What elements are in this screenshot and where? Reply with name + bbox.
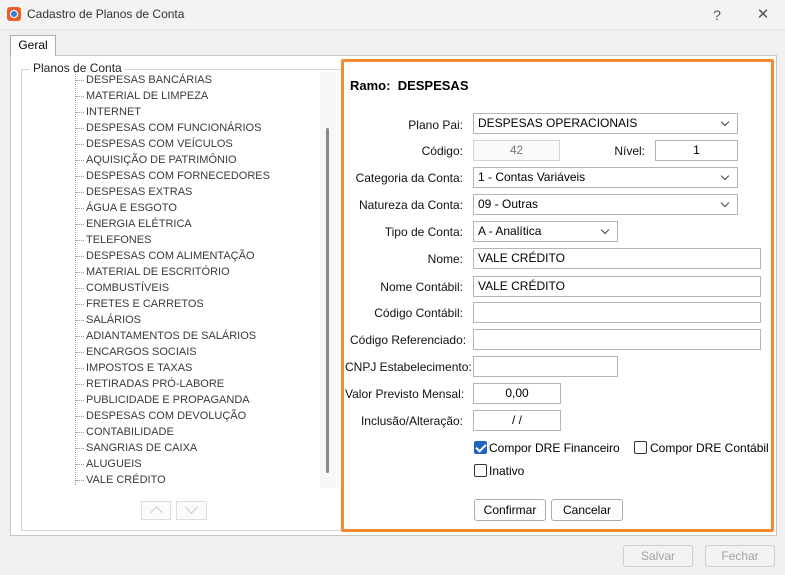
- ramo-heading: Ramo: DESPESAS: [350, 78, 469, 93]
- chevron-down-icon: [720, 117, 730, 127]
- move-up-button[interactable]: [141, 501, 171, 520]
- tipo-label: Tipo de Conta:: [384, 225, 463, 239]
- chevron-down-icon: [185, 501, 198, 514]
- nome-label: Nome:: [427, 252, 463, 266]
- help-button[interactable]: ?: [704, 5, 730, 25]
- categoria-label: Categoria da Conta:: [355, 171, 463, 185]
- tree-item[interactable]: INTERNET: [26, 104, 316, 120]
- tree-scrollbar-thumb[interactable]: [326, 128, 329, 473]
- window-title: Cadastro de Planos de Conta: [27, 7, 185, 21]
- nome-contabil-field[interactable]: VALE CRÉDITO: [473, 276, 761, 297]
- dre-financeiro-label[interactable]: Compor DRE Financeiro: [489, 441, 620, 455]
- tree-item[interactable]: CONTABILIDADE: [26, 424, 316, 440]
- tree-connector-line: [75, 72, 76, 485]
- plano-pai-value: DESPESAS OPERACIONAIS: [478, 116, 638, 130]
- tipo-value: A - Analítica: [478, 224, 542, 238]
- close-button[interactable]: ✕: [750, 5, 776, 25]
- tree-item[interactable]: DESPESAS EXTRAS: [26, 184, 316, 200]
- tree-item[interactable]: DESPESAS COM FUNCIONÁRIOS: [26, 120, 316, 136]
- inclusao-field[interactable]: / /: [473, 410, 561, 431]
- tree-item[interactable]: PUBLICIDADE E PROPAGANDA: [26, 392, 316, 408]
- move-down-button[interactable]: [176, 501, 207, 520]
- tree-item[interactable]: DESPESAS COM VEÍCULOS: [26, 136, 316, 152]
- natureza-value: 09 - Outras: [478, 197, 539, 211]
- tree-item[interactable]: ALUGUEIS: [26, 456, 316, 472]
- tab-geral[interactable]: Geral: [10, 35, 56, 56]
- nome-contabil-label: Nome Contábil:: [380, 280, 463, 294]
- tree-item[interactable]: ENCARGOS SOCIAIS: [26, 344, 316, 360]
- chevron-up-icon: [150, 506, 163, 519]
- categoria-select[interactable]: 1 - Contas Variáveis: [473, 167, 738, 188]
- tree-item[interactable]: ÁGUA E ESGOTO: [26, 200, 316, 216]
- codigo-contabil-field[interactable]: [473, 302, 761, 323]
- ramo-value: DESPESAS: [397, 78, 469, 93]
- tree-item[interactable]: RETIRADAS PRÓ-LABORE: [26, 376, 316, 392]
- account-tree[interactable]: DESPESAS BANCÁRIAS MATERIAL DE LIMPEZA INT…: [26, 72, 338, 488]
- nivel-label: Nível:: [614, 144, 645, 158]
- tree-item[interactable]: COMBUSTÍVEIS: [26, 280, 316, 296]
- chevron-down-icon: [720, 171, 730, 181]
- ramo-label: Ramo:: [350, 78, 391, 93]
- tree-item[interactable]: TELEFONES: [26, 232, 316, 248]
- inclusao-label: Inclusão/Alteração:: [360, 414, 463, 428]
- tree-item[interactable]: DESPESAS COM DEVOLUÇÃO: [26, 408, 316, 424]
- codigo-field[interactable]: 42: [473, 140, 560, 161]
- codigo-referenciado-field[interactable]: [473, 329, 761, 350]
- codigo-contabil-label: Código Contábil:: [374, 306, 463, 320]
- tree-item[interactable]: SANGRIAS DE CAIXA: [26, 440, 316, 456]
- chevron-down-icon: [720, 198, 730, 208]
- codigo-label: Código:: [421, 144, 463, 158]
- valor-previsto-label: Valor Previsto Mensal:: [345, 387, 465, 401]
- tree-item[interactable]: DESPESAS COM FORNECEDORES: [26, 168, 316, 184]
- fechar-button[interactable]: Fechar: [705, 545, 775, 567]
- cnpj-field[interactable]: [473, 356, 618, 377]
- inativo-label[interactable]: Inativo: [489, 464, 524, 478]
- confirmar-button[interactable]: Confirmar: [474, 499, 546, 521]
- app-icon: [7, 7, 21, 21]
- valor-previsto-field[interactable]: 0,00: [473, 383, 561, 404]
- tree-item[interactable]: IMPOSTOS E TAXAS: [26, 360, 316, 376]
- cancelar-button[interactable]: Cancelar: [551, 499, 623, 521]
- tree-item[interactable]: AQUISIÇÃO DE PATRIMÔNIO: [26, 152, 316, 168]
- dre-financeiro-checkbox[interactable]: [474, 441, 487, 454]
- categoria-value: 1 - Contas Variáveis: [478, 170, 586, 184]
- chevron-down-icon: [600, 225, 610, 235]
- tree-item[interactable]: FRETES E CARRETOS: [26, 296, 316, 312]
- plano-pai-label: Plano Pai:: [408, 118, 463, 132]
- plano-pai-select[interactable]: DESPESAS OPERACIONAIS: [473, 113, 738, 134]
- cnpj-label: CNPJ Estabelecimento:: [345, 360, 472, 374]
- salvar-button[interactable]: Salvar: [623, 545, 693, 567]
- tree-item[interactable]: ADIANTAMENTOS DE SALÁRIOS: [26, 328, 316, 344]
- tree-item[interactable]: ENERGIA ELÉTRICA: [26, 216, 316, 232]
- codigo-referenciado-label: Código Referenciado:: [350, 333, 467, 347]
- tree-item[interactable]: SALÁRIOS: [26, 312, 316, 328]
- natureza-select[interactable]: 09 - Outras: [473, 194, 738, 215]
- inativo-checkbox[interactable]: [474, 464, 487, 477]
- nivel-field[interactable]: 1: [655, 140, 738, 161]
- natureza-label: Natureza da Conta:: [358, 198, 463, 212]
- tree-item[interactable]: MATERIAL DE LIMPEZA: [26, 88, 316, 104]
- tree-item[interactable]: DESPESAS COM ALIMENTAÇÃO: [26, 248, 316, 264]
- dre-contabil-label[interactable]: Compor DRE Contábil: [650, 441, 769, 455]
- dre-contabil-checkbox[interactable]: [634, 441, 647, 454]
- tree-item[interactable]: MATERIAL DE ESCRITÓRIO: [26, 264, 316, 280]
- tree-item[interactable]: DESPESAS BANCÁRIAS: [26, 72, 316, 88]
- nome-field[interactable]: VALE CRÉDITO: [473, 248, 761, 269]
- tipo-select[interactable]: A - Analítica: [473, 221, 618, 242]
- tree-item[interactable]: VALE CRÉDITO: [26, 472, 316, 488]
